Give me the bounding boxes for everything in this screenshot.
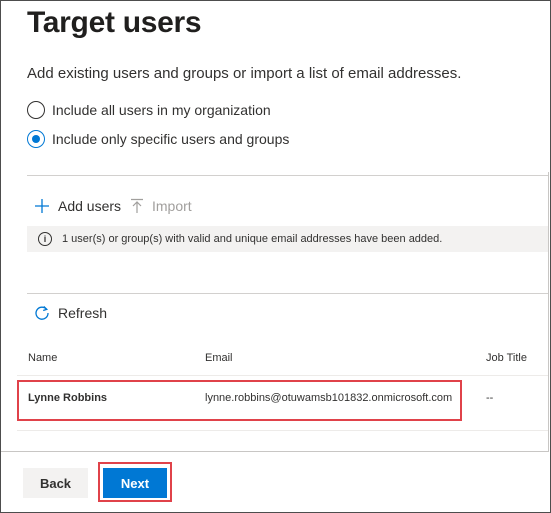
page-title: Target users xyxy=(27,6,202,39)
panel-right-border xyxy=(548,172,549,452)
refresh-label: Refresh xyxy=(58,305,108,321)
row-highlight-box xyxy=(17,380,462,421)
import-button[interactable]: Import xyxy=(130,196,192,216)
divider xyxy=(27,293,548,294)
info-message-text: 1 user(s) or group(s) with valid and uni… xyxy=(62,233,443,245)
radio-checked-icon[interactable] xyxy=(27,130,45,148)
cell-job-title: -- xyxy=(486,392,494,404)
import-label: Import xyxy=(152,198,192,214)
footer-divider xyxy=(1,451,549,452)
plus-icon xyxy=(34,198,50,214)
column-header-job-title[interactable]: Job Title xyxy=(486,352,527,364)
upload-icon xyxy=(130,198,144,214)
column-header-email[interactable]: Email xyxy=(205,352,233,364)
refresh-icon xyxy=(34,305,50,321)
row-divider xyxy=(17,430,548,431)
refresh-button[interactable]: Refresh xyxy=(34,305,107,321)
add-users-button[interactable]: Add users xyxy=(34,196,121,216)
radio-unchecked-icon[interactable] xyxy=(27,101,45,119)
radio-all-users-label: Include all users in my organization xyxy=(52,102,271,118)
info-message-bar: i 1 user(s) or group(s) with valid and u… xyxy=(27,226,548,252)
radio-specific-users-label: Include only specific users and groups xyxy=(52,131,290,147)
header-divider xyxy=(17,375,548,376)
radio-specific-users[interactable]: Include only specific users and groups xyxy=(27,128,289,150)
next-button[interactable]: Next xyxy=(103,468,167,498)
divider xyxy=(27,175,548,176)
add-users-label: Add users xyxy=(58,198,122,214)
radio-all-users[interactable]: Include all users in my organization xyxy=(27,99,271,121)
column-header-name[interactable]: Name xyxy=(28,352,57,364)
info-icon: i xyxy=(38,232,52,246)
back-button[interactable]: Back xyxy=(23,468,88,498)
page-description: Add existing users and groups or import … xyxy=(27,65,462,82)
